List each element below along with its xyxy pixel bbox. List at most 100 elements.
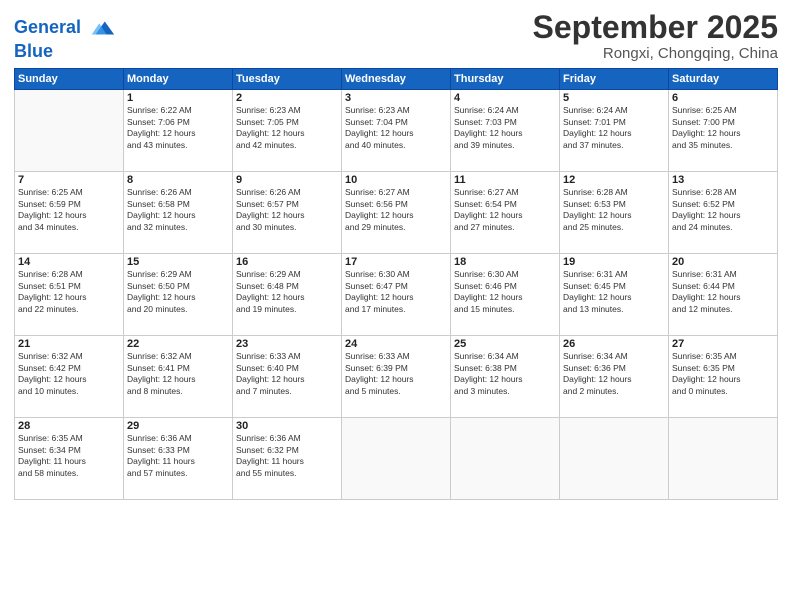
calendar-cell: 7Sunrise: 6:25 AM Sunset: 6:59 PM Daylig… bbox=[15, 172, 124, 254]
day-number: 1 bbox=[127, 92, 229, 104]
day-number: 20 bbox=[672, 256, 774, 268]
calendar-cell: 24Sunrise: 6:33 AM Sunset: 6:39 PM Dayli… bbox=[342, 336, 451, 418]
cell-info: Sunrise: 6:26 AM Sunset: 6:58 PM Dayligh… bbox=[127, 187, 229, 233]
calendar-cell: 19Sunrise: 6:31 AM Sunset: 6:45 PM Dayli… bbox=[560, 254, 669, 336]
day-number: 9 bbox=[236, 174, 338, 186]
logo: General Blue bbox=[14, 14, 116, 62]
day-number: 25 bbox=[454, 338, 556, 350]
calendar-header-row: SundayMondayTuesdayWednesdayThursdayFrid… bbox=[15, 69, 778, 90]
calendar-cell bbox=[560, 418, 669, 500]
calendar-cell bbox=[669, 418, 778, 500]
calendar-cell: 17Sunrise: 6:30 AM Sunset: 6:47 PM Dayli… bbox=[342, 254, 451, 336]
calendar-cell: 4Sunrise: 6:24 AM Sunset: 7:03 PM Daylig… bbox=[451, 90, 560, 172]
cell-info: Sunrise: 6:28 AM Sunset: 6:51 PM Dayligh… bbox=[18, 269, 120, 315]
day-number: 2 bbox=[236, 92, 338, 104]
calendar-cell: 15Sunrise: 6:29 AM Sunset: 6:50 PM Dayli… bbox=[124, 254, 233, 336]
calendar-week-row: 7Sunrise: 6:25 AM Sunset: 6:59 PM Daylig… bbox=[15, 172, 778, 254]
cell-info: Sunrise: 6:28 AM Sunset: 6:52 PM Dayligh… bbox=[672, 187, 774, 233]
logo-text2: Blue bbox=[14, 42, 116, 62]
cell-info: Sunrise: 6:29 AM Sunset: 6:48 PM Dayligh… bbox=[236, 269, 338, 315]
calendar-week-row: 14Sunrise: 6:28 AM Sunset: 6:51 PM Dayli… bbox=[15, 254, 778, 336]
cell-info: Sunrise: 6:35 AM Sunset: 6:34 PM Dayligh… bbox=[18, 433, 120, 479]
cell-info: Sunrise: 6:27 AM Sunset: 6:54 PM Dayligh… bbox=[454, 187, 556, 233]
calendar-cell: 2Sunrise: 6:23 AM Sunset: 7:05 PM Daylig… bbox=[233, 90, 342, 172]
calendar-week-row: 21Sunrise: 6:32 AM Sunset: 6:42 PM Dayli… bbox=[15, 336, 778, 418]
cell-info: Sunrise: 6:32 AM Sunset: 6:42 PM Dayligh… bbox=[18, 351, 120, 397]
logo-text: General bbox=[14, 14, 116, 42]
calendar-cell: 18Sunrise: 6:30 AM Sunset: 6:46 PM Dayli… bbox=[451, 254, 560, 336]
calendar-cell: 12Sunrise: 6:28 AM Sunset: 6:53 PM Dayli… bbox=[560, 172, 669, 254]
calendar-cell: 10Sunrise: 6:27 AM Sunset: 6:56 PM Dayli… bbox=[342, 172, 451, 254]
cell-info: Sunrise: 6:26 AM Sunset: 6:57 PM Dayligh… bbox=[236, 187, 338, 233]
calendar-cell bbox=[451, 418, 560, 500]
calendar-cell: 16Sunrise: 6:29 AM Sunset: 6:48 PM Dayli… bbox=[233, 254, 342, 336]
cell-info: Sunrise: 6:36 AM Sunset: 6:33 PM Dayligh… bbox=[127, 433, 229, 479]
cell-info: Sunrise: 6:27 AM Sunset: 6:56 PM Dayligh… bbox=[345, 187, 447, 233]
calendar-cell: 26Sunrise: 6:34 AM Sunset: 6:36 PM Dayli… bbox=[560, 336, 669, 418]
cell-info: Sunrise: 6:28 AM Sunset: 6:53 PM Dayligh… bbox=[563, 187, 665, 233]
cell-info: Sunrise: 6:25 AM Sunset: 7:00 PM Dayligh… bbox=[672, 105, 774, 151]
weekday-header: Sunday bbox=[15, 69, 124, 90]
calendar-cell: 3Sunrise: 6:23 AM Sunset: 7:04 PM Daylig… bbox=[342, 90, 451, 172]
weekday-header: Wednesday bbox=[342, 69, 451, 90]
day-number: 13 bbox=[672, 174, 774, 186]
calendar-cell: 5Sunrise: 6:24 AM Sunset: 7:01 PM Daylig… bbox=[560, 90, 669, 172]
calendar-week-row: 28Sunrise: 6:35 AM Sunset: 6:34 PM Dayli… bbox=[15, 418, 778, 500]
day-number: 30 bbox=[236, 420, 338, 432]
day-number: 26 bbox=[563, 338, 665, 350]
cell-info: Sunrise: 6:23 AM Sunset: 7:05 PM Dayligh… bbox=[236, 105, 338, 151]
cell-info: Sunrise: 6:29 AM Sunset: 6:50 PM Dayligh… bbox=[127, 269, 229, 315]
day-number: 27 bbox=[672, 338, 774, 350]
day-number: 14 bbox=[18, 256, 120, 268]
cell-info: Sunrise: 6:31 AM Sunset: 6:44 PM Dayligh… bbox=[672, 269, 774, 315]
cell-info: Sunrise: 6:25 AM Sunset: 6:59 PM Dayligh… bbox=[18, 187, 120, 233]
day-number: 24 bbox=[345, 338, 447, 350]
day-number: 8 bbox=[127, 174, 229, 186]
location: Rongxi, Chongqing, China bbox=[533, 45, 778, 62]
day-number: 28 bbox=[18, 420, 120, 432]
weekday-header: Saturday bbox=[669, 69, 778, 90]
day-number: 5 bbox=[563, 92, 665, 104]
calendar-cell: 23Sunrise: 6:33 AM Sunset: 6:40 PM Dayli… bbox=[233, 336, 342, 418]
day-number: 6 bbox=[672, 92, 774, 104]
day-number: 21 bbox=[18, 338, 120, 350]
weekday-header: Tuesday bbox=[233, 69, 342, 90]
calendar-cell: 29Sunrise: 6:36 AM Sunset: 6:33 PM Dayli… bbox=[124, 418, 233, 500]
weekday-header: Friday bbox=[560, 69, 669, 90]
calendar-cell: 20Sunrise: 6:31 AM Sunset: 6:44 PM Dayli… bbox=[669, 254, 778, 336]
cell-info: Sunrise: 6:35 AM Sunset: 6:35 PM Dayligh… bbox=[672, 351, 774, 397]
day-number: 19 bbox=[563, 256, 665, 268]
cell-info: Sunrise: 6:23 AM Sunset: 7:04 PM Dayligh… bbox=[345, 105, 447, 151]
title-block: September 2025 Rongxi, Chongqing, China bbox=[533, 10, 778, 62]
day-number: 12 bbox=[563, 174, 665, 186]
cell-info: Sunrise: 6:34 AM Sunset: 6:38 PM Dayligh… bbox=[454, 351, 556, 397]
day-number: 23 bbox=[236, 338, 338, 350]
calendar-cell: 14Sunrise: 6:28 AM Sunset: 6:51 PM Dayli… bbox=[15, 254, 124, 336]
calendar-cell: 21Sunrise: 6:32 AM Sunset: 6:42 PM Dayli… bbox=[15, 336, 124, 418]
day-number: 17 bbox=[345, 256, 447, 268]
calendar-cell: 13Sunrise: 6:28 AM Sunset: 6:52 PM Dayli… bbox=[669, 172, 778, 254]
calendar-table: SundayMondayTuesdayWednesdayThursdayFrid… bbox=[14, 68, 778, 500]
cell-info: Sunrise: 6:33 AM Sunset: 6:40 PM Dayligh… bbox=[236, 351, 338, 397]
cell-info: Sunrise: 6:31 AM Sunset: 6:45 PM Dayligh… bbox=[563, 269, 665, 315]
cell-info: Sunrise: 6:22 AM Sunset: 7:06 PM Dayligh… bbox=[127, 105, 229, 151]
day-number: 22 bbox=[127, 338, 229, 350]
day-number: 3 bbox=[345, 92, 447, 104]
day-number: 18 bbox=[454, 256, 556, 268]
logo-icon bbox=[88, 14, 116, 42]
month-year: September 2025 bbox=[533, 10, 778, 45]
calendar-week-row: 1Sunrise: 6:22 AM Sunset: 7:06 PM Daylig… bbox=[15, 90, 778, 172]
calendar-cell: 8Sunrise: 6:26 AM Sunset: 6:58 PM Daylig… bbox=[124, 172, 233, 254]
day-number: 16 bbox=[236, 256, 338, 268]
page-container: General Blue September 2025 Rongxi, Chon… bbox=[0, 0, 792, 612]
cell-info: Sunrise: 6:34 AM Sunset: 6:36 PM Dayligh… bbox=[563, 351, 665, 397]
calendar-cell: 22Sunrise: 6:32 AM Sunset: 6:41 PM Dayli… bbox=[124, 336, 233, 418]
calendar-cell: 27Sunrise: 6:35 AM Sunset: 6:35 PM Dayli… bbox=[669, 336, 778, 418]
day-number: 11 bbox=[454, 174, 556, 186]
calendar-cell: 9Sunrise: 6:26 AM Sunset: 6:57 PM Daylig… bbox=[233, 172, 342, 254]
calendar-cell: 11Sunrise: 6:27 AM Sunset: 6:54 PM Dayli… bbox=[451, 172, 560, 254]
day-number: 15 bbox=[127, 256, 229, 268]
weekday-header: Monday bbox=[124, 69, 233, 90]
cell-info: Sunrise: 6:33 AM Sunset: 6:39 PM Dayligh… bbox=[345, 351, 447, 397]
calendar-cell bbox=[342, 418, 451, 500]
